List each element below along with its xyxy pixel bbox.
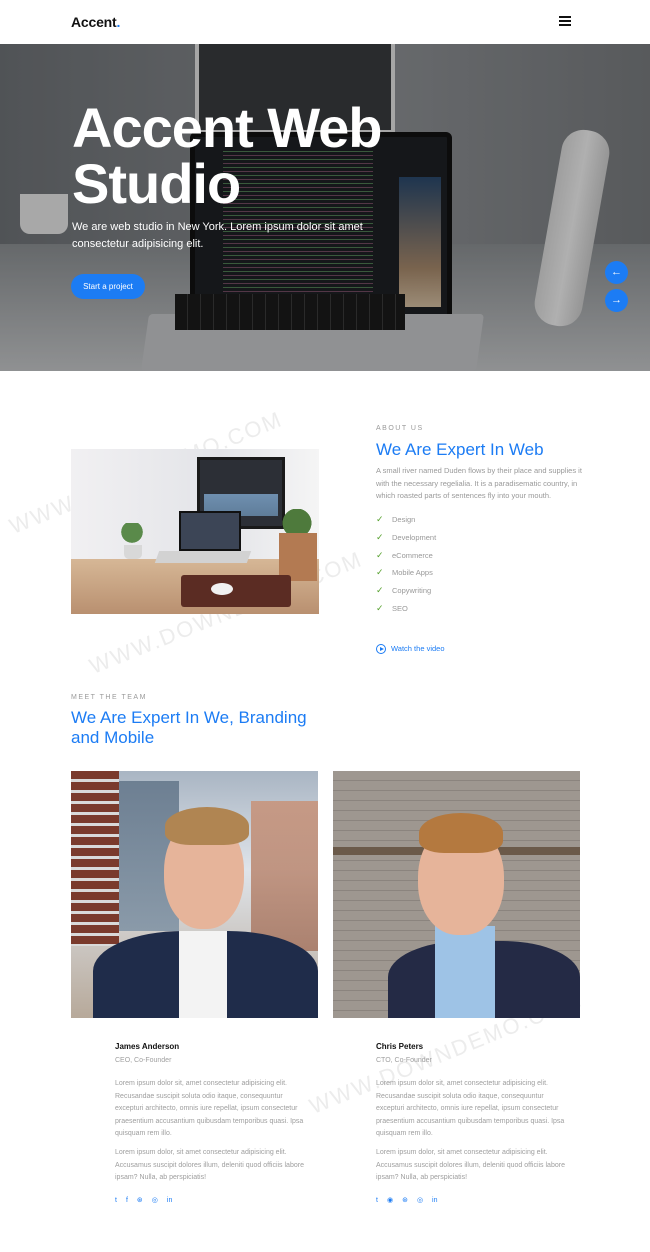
about-eyebrow: ABOUT US	[376, 425, 424, 432]
hero-title: Accent Web Studio	[72, 96, 382, 215]
feature-item: ✓ Design	[376, 512, 436, 530]
linkedin-icon[interactable]: in	[167, 1197, 172, 1204]
member-bio: Lorem ipsum dolor, sit amet consectetur …	[376, 1149, 565, 1181]
instagram-icon[interactable]: ◎	[152, 1196, 158, 1204]
social-links: t f ⊛ ◎ in	[115, 1196, 181, 1204]
feature-item: ✓ Copywriting	[376, 583, 436, 601]
about-photo	[71, 449, 319, 614]
logo-dot: .	[116, 14, 121, 30]
arrow-right-icon[interactable]: →	[605, 289, 628, 312]
watch-video-link[interactable]: Watch the video	[376, 644, 445, 655]
feature-list: ✓ Design ✓ Development ✓ eCommerce ✓ Mobile …	[376, 512, 436, 619]
start-project-button[interactable]: Start a project	[71, 274, 145, 299]
member-name: James Anderson	[115, 1042, 180, 1051]
play-icon	[376, 644, 386, 655]
member-bio: Lorem ipsum dolor sit, amet consectetur …	[115, 1080, 304, 1137]
about-text: A small river named Duden flows by their…	[376, 466, 582, 500]
check-icon: ✓	[376, 602, 384, 613]
member-photo-james	[71, 771, 318, 1018]
watch-video-label: Watch the video	[391, 644, 445, 653]
hero-section: Accent Web Studio We are web studio in N…	[0, 44, 650, 371]
feature-label: Copywriting	[392, 586, 432, 596]
about-heading: We Are Expert In Web	[376, 440, 544, 459]
logo[interactable]: Accent.	[71, 14, 120, 30]
github-icon[interactable]: ◉	[387, 1196, 393, 1204]
feature-item: ✓ Development	[376, 530, 436, 548]
instagram-icon[interactable]: ◎	[417, 1196, 423, 1204]
feature-label: Design	[392, 515, 416, 524]
logo-text: Accent	[71, 14, 117, 30]
team-eyebrow: MEET THE TEAM	[71, 694, 147, 701]
team-heading: We Are Expert In We, Branding and Mobile	[71, 708, 307, 747]
dribbble-icon[interactable]: ⊛	[402, 1196, 408, 1204]
arrow-left-icon[interactable]: ←	[605, 261, 628, 284]
twitter-icon[interactable]: t	[376, 1197, 378, 1204]
check-icon: ✓	[376, 549, 384, 560]
feature-label: Development	[392, 532, 437, 542]
member-name: Chris Peters	[376, 1042, 424, 1051]
member-role: CTO, Co-Founder	[376, 1057, 432, 1064]
check-icon: ✓	[376, 567, 384, 578]
feature-item: ✓ Mobile Apps	[376, 565, 436, 583]
dribbble-icon[interactable]: ⊛	[137, 1196, 143, 1204]
hero-text: We are web studio in New York. Lorem ips…	[72, 221, 363, 250]
feature-label: Mobile Apps	[392, 568, 433, 578]
member-bio: Lorem ipsum dolor, sit amet consectetur …	[115, 1149, 304, 1181]
member-role: CEO, Co-Founder	[115, 1057, 172, 1064]
linkedin-icon[interactable]: in	[432, 1197, 437, 1204]
hamburger-menu-icon[interactable]	[559, 16, 571, 26]
feature-label: SEO	[392, 603, 408, 613]
check-icon: ✓	[376, 585, 384, 596]
feature-item: ✓ eCommerce	[376, 548, 436, 566]
top-navbar: Accent.	[0, 0, 650, 44]
feature-item: ✓ SEO	[376, 601, 436, 619]
facebook-icon[interactable]: f	[126, 1197, 128, 1204]
member-bio: Lorem ipsum dolor sit, amet consectetur …	[376, 1080, 565, 1137]
social-links: t ◉ ⊛ ◎ in	[376, 1196, 447, 1204]
check-icon: ✓	[376, 531, 384, 542]
twitter-icon[interactable]: t	[115, 1197, 117, 1204]
member-photo-chris	[333, 771, 580, 1018]
check-icon: ✓	[376, 514, 384, 524]
feature-label: eCommerce	[392, 550, 433, 560]
